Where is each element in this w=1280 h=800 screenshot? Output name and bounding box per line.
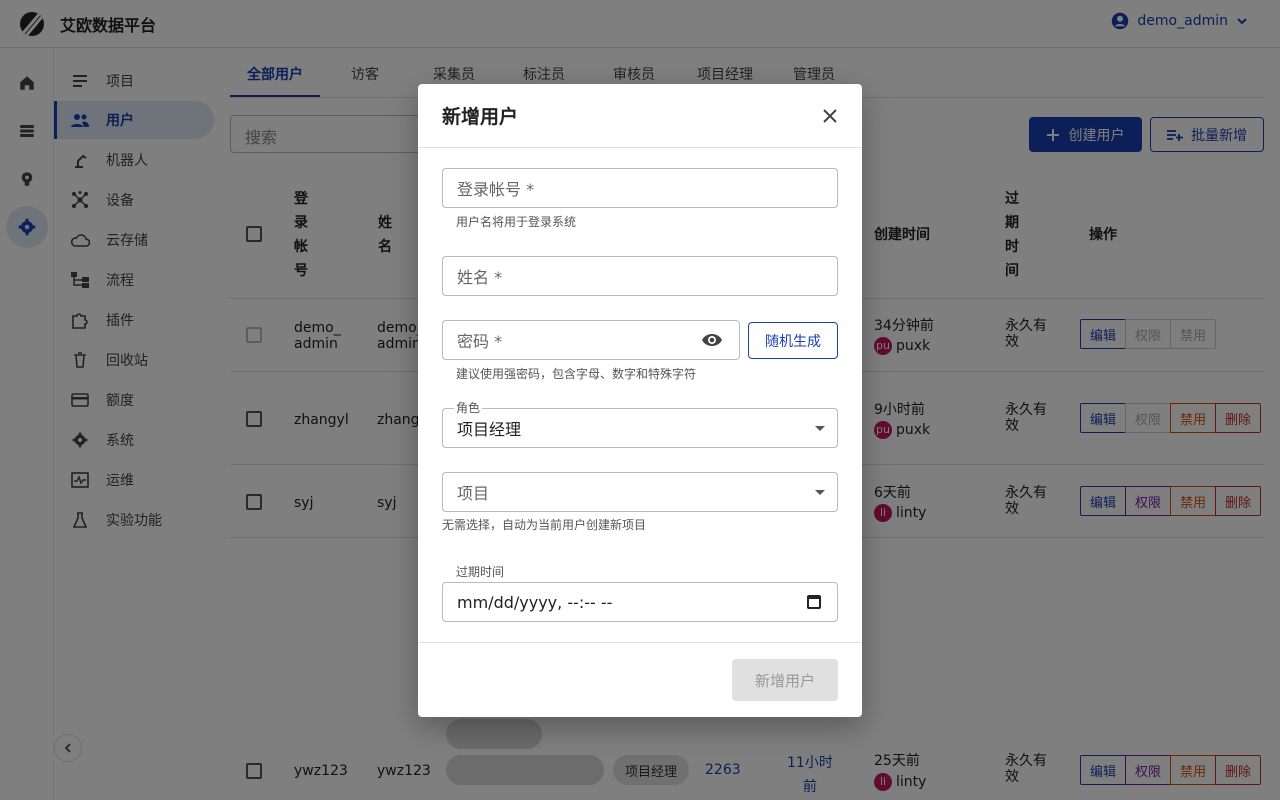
close-button[interactable] — [818, 104, 842, 128]
password-field[interactable]: 密码 * — [442, 320, 740, 360]
submit-button[interactable]: 新增用户 — [732, 659, 838, 701]
account-helper: 用户名将用于登录系统 — [456, 215, 577, 229]
project-helper: 无需选择，自动为当前用户创建新项目 — [442, 518, 647, 532]
password-label: 密码 * — [457, 332, 503, 351]
expire-datetime-input[interactable]: mm/dd/yyyy, --:-- -- — [442, 582, 838, 622]
role-select[interactable]: 项目经理 — [442, 408, 838, 448]
close-icon — [823, 109, 837, 123]
dropdown-arrow-icon — [815, 490, 825, 495]
calendar-icon[interactable] — [807, 595, 821, 609]
visibility-icon[interactable] — [701, 331, 723, 349]
add-user-dialog: 新增用户 登录帐号 * 用户名将用于登录系统 姓名 * 密码 * 随机生成 建议… — [418, 84, 862, 717]
expire-label: 过期时间 — [456, 565, 505, 579]
dialog-divider — [418, 642, 862, 643]
project-select[interactable]: 项目 — [442, 472, 838, 512]
dialog-divider — [418, 147, 862, 148]
password-helper: 建议使用强密码，包含字母、数字和特殊字符 — [456, 367, 697, 381]
random-password-button[interactable]: 随机生成 — [748, 322, 838, 359]
dropdown-arrow-icon — [815, 426, 825, 431]
dialog-title: 新增用户 — [442, 106, 519, 128]
project-label: 项目 — [457, 484, 490, 503]
role-label: 角色 — [454, 399, 483, 416]
role-value: 项目经理 — [457, 420, 522, 439]
name-field[interactable]: 姓名 * — [442, 256, 838, 296]
expire-value: mm/dd/yyyy, --:-- -- — [457, 592, 613, 612]
account-field[interactable]: 登录帐号 * — [442, 168, 838, 208]
